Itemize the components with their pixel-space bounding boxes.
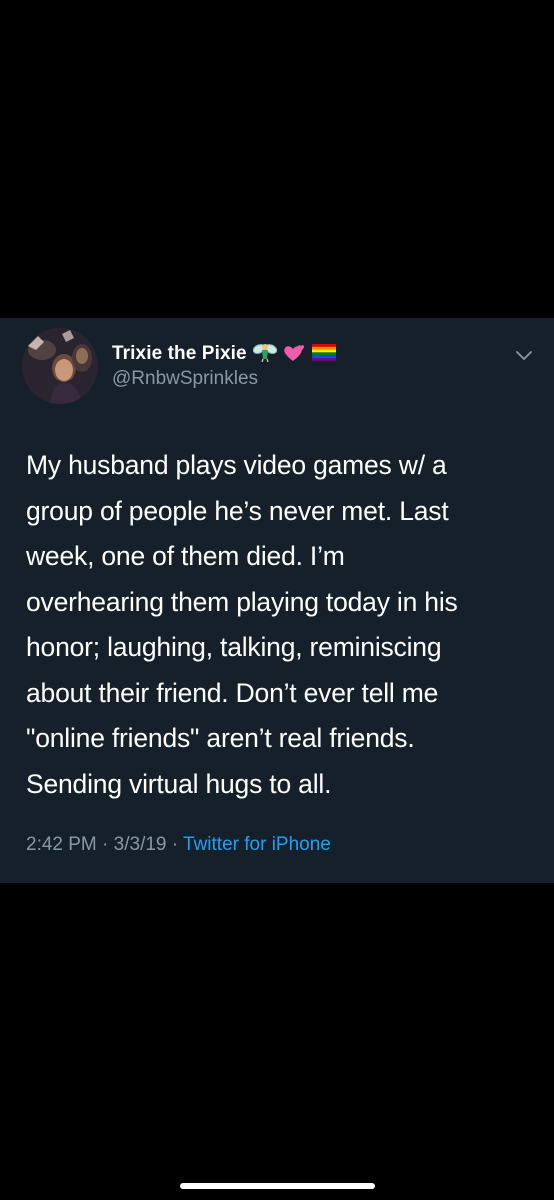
meta-separator: ·: [166, 834, 184, 855]
tweet-date[interactable]: 3/3/19: [114, 834, 167, 855]
tweet-source-link[interactable]: Twitter for iPhone: [183, 834, 331, 855]
tweet-text-line: group of people he’s never met. Last: [26, 495, 449, 526]
home-indicator[interactable]: [180, 1183, 375, 1189]
two-hearts-icon: [281, 341, 307, 368]
display-name[interactable]: Trixie the Pixie: [112, 343, 247, 365]
tweet-text-line: about their friend. Don’t ever tell me: [26, 677, 439, 708]
author-handle[interactable]: @RnbwSprinkles: [112, 368, 258, 390]
tweet-meta: 2:42 PM · 3/3/19 · Twitter for iPhone: [26, 834, 331, 856]
tweet-text: My husband plays video games w/ a group …: [26, 443, 538, 807]
chevron-down-icon[interactable]: [511, 346, 537, 366]
tweet-text-line: "online friends" aren’t real friends.: [26, 723, 415, 753]
tweet-text-line: My husband plays video games w/ a: [26, 450, 447, 480]
tweet-card: Trixie the Pixie @RnbwSprinkles My husba…: [0, 318, 554, 883]
tweet-text-line: Sending virtual hugs to all.: [26, 768, 332, 799]
author-name-row[interactable]: Trixie the Pixie: [112, 341, 337, 367]
rainbow-flag-icon: [311, 342, 337, 367]
avatar[interactable]: [22, 328, 98, 404]
meta-separator: ·: [96, 834, 114, 855]
name-emoji-group: [252, 341, 337, 368]
tweet-text-line: week, one of them died. I’m: [26, 541, 345, 571]
tweet-text-line: overhearing them playing today in his: [26, 586, 458, 617]
tweet-text-line: honor; laughing, talking, reminiscing: [26, 632, 442, 662]
tweet-time[interactable]: 2:42 PM: [26, 834, 97, 855]
fairy-icon: [252, 341, 277, 368]
